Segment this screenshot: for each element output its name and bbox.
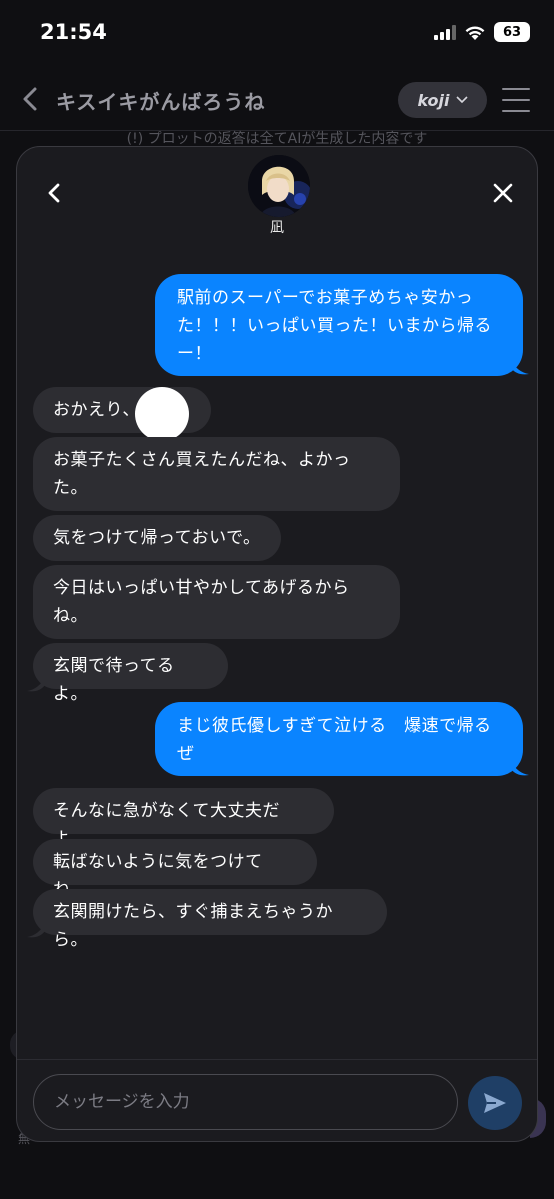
status-time: 21:54: [40, 20, 107, 44]
ai-message: 玄関開けたら、すぐ捕まえちゃうから。: [33, 889, 387, 950]
bubble-tail: [511, 761, 529, 776]
message-text: おかえり、: [53, 400, 140, 420]
user-message: まじ彼氏優しすぎて泣ける 爆速で帰る ぜ: [155, 702, 523, 776]
model-selector[interactable]: koji: [398, 82, 487, 118]
ai-message: そんなに急がなくて大丈夫だよ。: [33, 788, 334, 849]
message-line: 今日はいっぱい甘やかしてあげるから: [53, 578, 350, 598]
ai-message: 転ばないように気をつけてね。: [33, 839, 317, 900]
ai-message: 今日はいっぱい甘やかしてあげるから ね。: [33, 565, 400, 639]
message-line: ぜ: [177, 744, 195, 764]
chevron-left-icon: [23, 87, 37, 111]
model-label: koji: [417, 90, 450, 110]
ai-message: 玄関で待ってるよ。: [33, 643, 228, 704]
send-button[interactable]: [468, 1076, 522, 1130]
bubble-tail: [511, 360, 529, 375]
ai-message: お菓子たくさん買えたんだね、よかっ た。: [33, 437, 400, 511]
message-line: た！！！いっぱい買った！いまから帰る: [177, 316, 492, 336]
message-input[interactable]: [33, 1074, 458, 1130]
chevron-down-icon: [455, 96, 468, 104]
message-text: 玄関開けたら、すぐ捕まえちゃうから。: [53, 902, 333, 950]
message-line: まじ彼氏優しすぎて泣ける 爆速で帰る: [177, 716, 492, 736]
message-line: ー！: [177, 344, 212, 364]
message-text: 気をつけて帰っておいで。: [53, 528, 261, 548]
input-divider: [17, 1059, 537, 1060]
bubble-tail: [27, 677, 45, 692]
message-line: ね。: [53, 606, 88, 626]
hamburger-menu-icon[interactable]: [502, 88, 530, 112]
chat-title: キスイキがんばろうね: [56, 90, 266, 114]
ai-message: 気をつけて帰っておいで。: [33, 515, 281, 561]
message-line: 駅前のスーパーでお菓子めちゃ安かっ: [177, 288, 474, 308]
battery-indicator: 63: [494, 22, 530, 42]
chat-preview-modal: 凪 駅前のスーパーでお菓子めちゃ安かっ た！！！いっぱい買った！いまから帰る ー…: [16, 146, 538, 1142]
bubble-tail: [27, 923, 45, 938]
status-icons: 63: [434, 22, 530, 42]
header-back-button[interactable]: [18, 84, 42, 114]
ai-notice: (!) プロットの返答は全てAIが生成した内容です: [126, 131, 428, 147]
cellular-signal-icon: [434, 24, 456, 40]
redaction-mark: [135, 387, 189, 441]
user-message: 駅前のスーパーでお菓子めちゃ安かっ た！！！いっぱい買った！いまから帰る ー！: [155, 274, 523, 376]
message-text: 玄関で待ってるよ。: [53, 656, 175, 704]
message-line: た。: [53, 478, 88, 498]
chat-header: キスイキがんばろうね koji: [0, 70, 554, 130]
message-list: 駅前のスーパーでお菓子めちゃ安かっ た！！！いっぱい買った！いまから帰る ー！ …: [17, 147, 537, 1057]
message-line: お菓子たくさん買えたんだね、よかっ: [53, 450, 351, 470]
wifi-icon: [464, 24, 486, 41]
status-bar: 21:54 63: [0, 0, 554, 66]
paper-plane-icon: [484, 1093, 506, 1113]
